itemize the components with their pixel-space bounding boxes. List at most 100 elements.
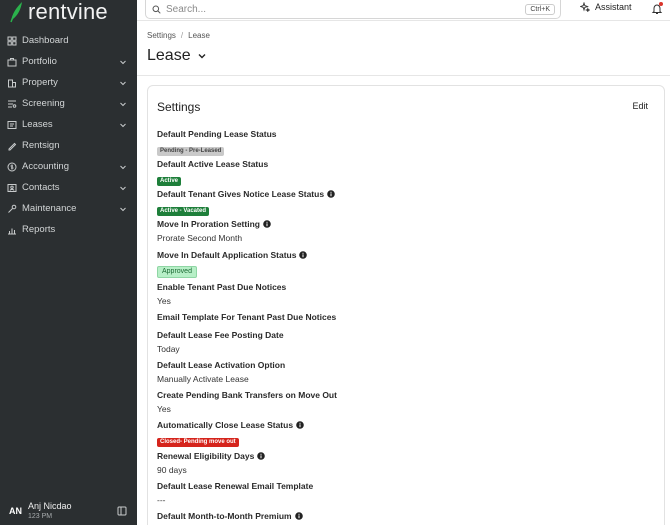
setting-label: Renewal Eligibility Days (157, 451, 557, 461)
sidebar-item-dashboard[interactable]: Dashboard (0, 30, 137, 51)
setting-label-text: Renewal Eligibility Days (157, 451, 255, 461)
sidebar-item-label: Maintenance (22, 203, 77, 214)
sidebar-item-portfolio[interactable]: Portfolio (0, 51, 137, 72)
setting-label-text: Default Lease Activation Option (157, 360, 286, 370)
setting-row: Create Pending Bank Transfers on Move Ou… (157, 390, 557, 414)
setting-value: Approved (157, 260, 557, 278)
sidebar-item-rentsign[interactable]: Rentsign (0, 135, 137, 156)
sidebar-item-label: Accounting (22, 161, 70, 172)
portfolio-icon (7, 57, 17, 67)
screening-icon (7, 99, 17, 109)
setting-label-text: Default Lease Fee Posting Date (157, 330, 284, 340)
maintenance-icon (7, 204, 17, 214)
search-bar[interactable]: Ctrl+K (145, 0, 561, 19)
page-title: Lease (147, 47, 191, 64)
setting-value: Pending - Pre-Leased (157, 139, 557, 157)
info-icon[interactable] (257, 452, 266, 460)
setting-row: Default Active Lease Status Active (157, 159, 557, 187)
setting-row: Default Lease Renewal Email Template --- (157, 481, 557, 505)
setting-row: Move In Default Application Status Approv… (157, 250, 557, 278)
setting-row: Email Template For Tenant Past Due Notic… (157, 312, 557, 322)
user-info: Anj Nicdao 123 PM (28, 501, 117, 521)
user-name: Anj Nicdao (28, 500, 72, 511)
breadcrumb-settings[interactable]: Settings (147, 31, 176, 40)
sidebar-item-label: Leases (22, 119, 53, 130)
edit-button[interactable]: Edit (632, 101, 648, 111)
top-bar: Ctrl+K Assistant (137, 0, 670, 20)
notifications-bell-icon[interactable] (651, 2, 663, 15)
setting-label: Automatically Close Lease Status (157, 420, 557, 430)
search-shortcut: Ctrl+K (525, 3, 555, 15)
sidebar-item-maintenance[interactable]: Maintenance (0, 198, 137, 219)
status-badge: Approved (157, 266, 197, 278)
user-profile[interactable]: AN Anj Nicdao 123 PM (0, 496, 137, 525)
chevron-down-icon (119, 184, 127, 192)
chevron-down-icon (119, 163, 127, 171)
settings-card: Settings Edit Default Pending Lease Stat… (147, 85, 665, 525)
chevron-down-icon (197, 51, 207, 61)
info-icon[interactable] (294, 512, 303, 520)
sidebar-item-contacts[interactable]: Contacts (0, 177, 137, 198)
setting-label: Default Lease Renewal Email Template (157, 481, 557, 491)
setting-value: Prorate Second Month (157, 233, 243, 243)
sidebar-item-property[interactable]: Property (0, 72, 137, 93)
setting-row: Move In Proration Setting Prorate Second … (157, 219, 557, 243)
breadcrumb: Settings / Lease (147, 31, 210, 40)
setting-row: Default Lease Fee Posting Date Today (157, 330, 557, 354)
info-icon[interactable] (299, 251, 308, 259)
sidebar-nav: Dashboard Portfolio Property Screening L… (0, 30, 137, 240)
sidebar-item-screening[interactable]: Screening (0, 93, 137, 114)
sidebar-item-leases[interactable]: Leases (0, 114, 137, 135)
setting-label-text: Automatically Close Lease Status (157, 420, 294, 430)
sidebar-item-reports[interactable]: Reports (0, 219, 137, 240)
setting-row: Enable Tenant Past Due Notices Yes (157, 282, 557, 306)
avatar: AN (9, 505, 22, 516)
page-header: Settings / Lease Lease (137, 20, 670, 76)
setting-label: Move In Default Application Status (157, 250, 557, 260)
setting-label-text: Default Month-to-Month Premium (157, 511, 292, 521)
setting-row: Default Tenant Gives Notice Lease Status… (157, 189, 557, 217)
status-badge: Pending - Pre-Leased (157, 147, 225, 156)
page-title-dropdown[interactable]: Lease (147, 47, 207, 65)
setting-label-text: Default Pending Lease Status (157, 129, 277, 139)
setting-label: Move In Proration Setting (157, 219, 557, 229)
sidebar-item-label: Portfolio (22, 56, 57, 67)
sparkle-icon (580, 2, 590, 12)
rentvine-leaf-icon (8, 1, 24, 23)
sidebar: rentvine Dashboard Portfolio Property Sc… (0, 0, 137, 525)
breadcrumb-separator: / (180, 31, 184, 40)
card-title: Settings (157, 100, 201, 114)
search-input[interactable] (166, 3, 526, 15)
setting-value: --- (157, 495, 166, 505)
setting-value: Active (157, 169, 557, 187)
chevron-down-icon (119, 58, 127, 66)
chevron-down-icon (119, 79, 127, 87)
contacts-icon (7, 183, 17, 193)
sidebar-item-label: Reports (22, 224, 56, 235)
assistant-button[interactable]: Assistant (580, 2, 632, 12)
dashboard-icon (7, 36, 17, 46)
setting-row: Default Month-to-Month Premium (157, 511, 557, 521)
status-badge: Closed- Pending move out (157, 438, 239, 447)
notification-dot (659, 2, 663, 6)
sidebar-item-label: Dashboard (22, 35, 69, 46)
sidebar-item-accounting[interactable]: Accounting (0, 156, 137, 177)
setting-label: Default Month-to-Month Premium (157, 511, 557, 521)
info-icon[interactable] (263, 220, 271, 228)
info-icon[interactable] (327, 190, 335, 198)
chevron-down-icon (119, 100, 127, 108)
setting-label: Create Pending Bank Transfers on Move Ou… (157, 390, 557, 400)
setting-label-text: Enable Tenant Past Due Notices (157, 282, 287, 292)
brand-logo[interactable]: rentvine (8, 0, 108, 24)
sidebar-item-label: Contacts (22, 182, 60, 193)
setting-row: Automatically Close Lease Status Closed- … (157, 420, 557, 448)
setting-value: 90 days (157, 465, 187, 475)
status-badge: Active (157, 177, 182, 186)
sidebar-item-label: Screening (22, 98, 65, 109)
setting-row: Renewal Eligibility Days 90 days (157, 451, 557, 475)
collapse-sidebar-icon[interactable] (117, 506, 127, 516)
info-icon[interactable] (296, 421, 304, 429)
setting-row: Default Pending Lease Status Pending - Pr… (157, 129, 557, 157)
setting-row: Default Lease Activation Option Manually … (157, 360, 557, 384)
setting-label-text: Default Active Lease Status (157, 159, 269, 169)
